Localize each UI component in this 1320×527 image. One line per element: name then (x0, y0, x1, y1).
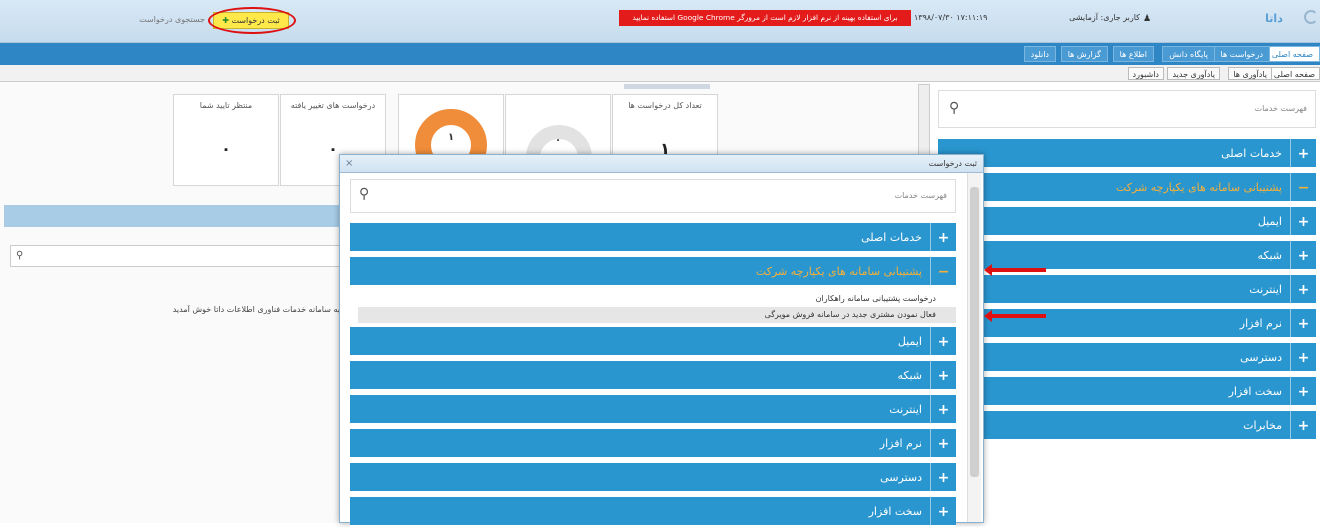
accordion-label: دسترسی (1240, 351, 1282, 364)
scrollbar-thumb[interactable] (970, 187, 979, 477)
list-item[interactable]: درخواست پشتیبانی سامانه راهکاران (358, 291, 956, 307)
stat-value: ۱ (447, 132, 455, 143)
sidebar-search-placeholder: فهرست خدمات (1254, 104, 1307, 113)
collapse-icon[interactable]: − (1290, 173, 1316, 201)
accordion-item[interactable]: + دسترسی (938, 343, 1316, 373)
datetime: ۱۳۹۸/۰۷/۳۰ ۱۷:۱۱:۱۹ (914, 13, 988, 22)
expand-icon[interactable]: + (1290, 309, 1316, 337)
accordion-item[interactable]: + ایمیل (938, 207, 1316, 237)
expand-icon[interactable]: + (1290, 241, 1316, 269)
expand-icon[interactable]: + (930, 223, 956, 251)
dashboard-search-input[interactable] (10, 245, 340, 267)
welcome-text: به سامانه خدمات فناوری اطلاعات داتا خوش … (172, 305, 340, 314)
accordion-item[interactable]: + دسترسی (350, 463, 956, 493)
search-icon: ⚲ (359, 186, 370, 202)
accordion-label: ایمیل (1257, 215, 1282, 228)
accordion-item[interactable]: + سخت افزار (938, 377, 1316, 407)
accordion-label: شبکه (897, 369, 922, 382)
user-icon: ♟ (1143, 14, 1152, 24)
stat-title: تعداد کل درخواست ها (628, 101, 702, 110)
collapse-icon[interactable]: − (930, 257, 956, 285)
expand-icon[interactable]: + (1290, 343, 1316, 371)
accordion-item[interactable]: + خدمات اصلی (350, 223, 956, 253)
accordion-item[interactable]: − پشتیبانی سامانه های یکپارچه شرکت (938, 173, 1316, 203)
accordion-label: شبکه (1257, 249, 1282, 262)
close-icon[interactable]: × (345, 158, 353, 169)
current-user: کاربر جاری: آزمایشی (1069, 13, 1140, 22)
accordion-label: دسترسی (880, 471, 922, 484)
accordion-label: خدمات اصلی (1221, 147, 1282, 160)
list-item[interactable]: فعال نمودن مشتری جدید در سامانه فروش موی… (358, 307, 956, 323)
accordion-item[interactable]: + خدمات اصلی (938, 139, 1316, 169)
dialog-search-placeholder: فهرست خدمات (894, 191, 947, 200)
sidebar-search-input[interactable]: فهرست خدمات ⚲ (938, 90, 1316, 128)
accordion-label: اینترنت (889, 403, 922, 416)
tab-reports[interactable]: گزارش ها (1060, 46, 1108, 62)
accordion-item[interactable]: + اینترنت (350, 395, 956, 425)
search-icon: ⚲ (949, 100, 960, 116)
annotation-ellipse (208, 7, 296, 34)
request-search-link[interactable]: جستجوی درخواست (125, 15, 205, 24)
expand-icon[interactable]: + (1290, 139, 1316, 167)
dialog-title: ثبت درخواست (928, 159, 977, 168)
tab-download[interactable]: دانلود (1023, 46, 1056, 62)
expand-icon[interactable]: + (930, 429, 956, 457)
expand-icon[interactable]: + (1290, 275, 1316, 303)
stat-title: منتظر تایید شما (199, 101, 253, 110)
accordion-label: ایمیل (897, 335, 922, 348)
accordion-item[interactable]: + ایمیل (350, 327, 956, 357)
submit-request-dialog: ثبت درخواست × فهرست خدمات ⚲ + خدمات اصلی −… (339, 154, 984, 527)
refresh-icon[interactable] (1304, 10, 1318, 24)
expand-icon[interactable]: + (1290, 411, 1316, 439)
sub-nav: صفحه اصلی یادآوری ها یادآوری جدید داشبور… (0, 65, 1320, 82)
panel-splitter[interactable] (624, 84, 710, 89)
browser-warning: برای استفاده بهینه از نرم افزار لازم است… (619, 10, 911, 26)
accordion-item[interactable]: + شبکه (938, 241, 1316, 271)
expand-icon[interactable]: + (1290, 377, 1316, 405)
accordion-label: نرم افزار (879, 437, 922, 450)
search-icon: ⚲ (16, 250, 24, 261)
accordion-label: سخت افزار (1228, 385, 1282, 398)
stat-value: ۰ (221, 139, 231, 158)
accordion-label: نرم افزار (1239, 317, 1282, 330)
accordion-label: پشتیبانی سامانه های یکپارچه شرکت (755, 265, 922, 278)
subtab-dashboard[interactable]: داشبورد (1127, 67, 1164, 80)
stat-card-awaiting[interactable]: منتظر تایید شما ۰ (173, 94, 279, 186)
tab-news[interactable]: اطلاع ها (1112, 46, 1154, 62)
accordion-label: مخابرات (1243, 419, 1282, 432)
accordion-item[interactable]: − پشتیبانی سامانه های یکپارچه شرکت (350, 257, 956, 287)
accordion-label: خدمات اصلی (861, 231, 922, 244)
tab-requests[interactable]: درخواست ها (1213, 46, 1270, 62)
main-nav: صفحه اصلی درخواست ها پایگاه دانش اطلاع ه… (0, 43, 1320, 65)
expand-icon[interactable]: + (930, 361, 956, 389)
top-header: داتا کاربر جاری: آزمایشی ♟ ۱۳۹۸/۰۷/۳۰ ۱۷… (0, 0, 1320, 43)
expand-icon[interactable]: + (930, 327, 956, 355)
subtab-reminders[interactable]: یادآوری ها (1228, 67, 1272, 80)
accordion-label: پشتیبانی سامانه های یکپارچه شرکت (1115, 181, 1282, 194)
expand-icon[interactable]: + (1290, 207, 1316, 235)
expand-icon[interactable]: + (930, 395, 956, 423)
accordion-item[interactable]: + مخابرات (938, 411, 1316, 441)
annotation-arrow (984, 310, 1046, 322)
dialog-titlebar: ثبت درخواست (340, 155, 983, 173)
subtab-home[interactable]: صفحه اصلی (1268, 67, 1320, 80)
dialog-search-input[interactable]: فهرست خدمات ⚲ (350, 179, 956, 213)
tab-knowledge-base[interactable]: پایگاه دانش (1162, 46, 1215, 62)
stat-title: درخواست های تغییر یافته (290, 101, 376, 110)
accordion-label: اینترنت (1249, 283, 1282, 296)
subtab-new-reminder[interactable]: یادآوری جدید (1167, 67, 1220, 80)
annotation-arrow (984, 264, 1046, 276)
tab-home[interactable]: صفحه اصلی (1264, 46, 1320, 62)
stat-value: ۰ (554, 135, 562, 146)
expand-icon[interactable]: + (930, 463, 956, 491)
expand-icon[interactable]: + (930, 497, 956, 525)
accordion-item[interactable]: + شبکه (350, 361, 956, 391)
accordion-item[interactable]: + نرم افزار (350, 429, 956, 459)
accordion-item[interactable]: + اینترنت (938, 275, 1316, 305)
dialog-scrollbar[interactable] (967, 173, 981, 522)
app-logo: داتا (1265, 12, 1283, 25)
